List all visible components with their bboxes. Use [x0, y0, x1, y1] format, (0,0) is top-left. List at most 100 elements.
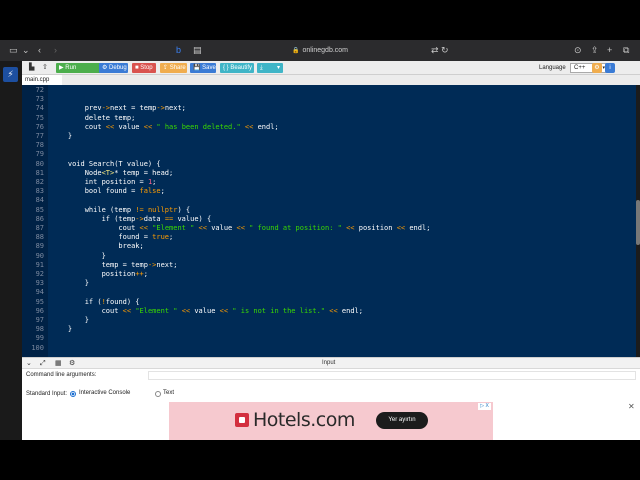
chevron-down-icon: ▾ [276, 65, 280, 71]
code-line[interactable]: 83 bool found = false; [22, 187, 636, 196]
forward-icon[interactable]: › [54, 45, 57, 56]
file-icon[interactable]: ▙ [29, 63, 34, 73]
line-number: 92 [35, 270, 44, 278]
interactive-console-radio[interactable] [70, 391, 76, 397]
upload-icon[interactable]: ⇧ [42, 63, 48, 73]
code-line[interactable]: 100 [22, 344, 636, 353]
ad-choices-icon[interactable]: ▷ X [478, 403, 491, 410]
io-panel-header: ⌄ ⤢ ▦ ⚙ Input [22, 357, 640, 369]
save-button[interactable]: 💾 Save [190, 63, 216, 73]
line-number: 73 [35, 95, 44, 104]
text-label: Text [163, 390, 175, 396]
layout-icon[interactable]: ▦ [55, 359, 62, 368]
code-line[interactable]: 77 } [22, 132, 636, 141]
beautify-button[interactable]: { } Beautify [220, 63, 254, 73]
code-line[interactable]: 86 if (temp->data == value) { [22, 215, 636, 224]
address-bar[interactable]: 🔒 onlinegdb.com [250, 44, 390, 57]
code-line[interactable]: 75 delete temp; [22, 114, 636, 123]
url-text: onlinegdb.com [302, 47, 348, 54]
code-line[interactable]: 82 int position = 1; [22, 178, 636, 187]
line-number: 94 [35, 288, 44, 297]
code-line[interactable]: 99 [22, 334, 636, 343]
new-tab-icon[interactable]: + [607, 45, 612, 56]
code-line[interactable]: 79 [22, 150, 636, 159]
code-line[interactable]: 73 [22, 95, 636, 104]
code-line[interactable]: 74 prev->next = temp->next; [22, 104, 636, 113]
args-input[interactable] [148, 371, 636, 380]
settings-icon[interactable]: ⚙ [592, 63, 602, 73]
code-line[interactable]: 97 } [22, 316, 636, 325]
bing-icon[interactable]: b [176, 45, 181, 56]
stop-label: Stop [140, 65, 153, 71]
share-button[interactable]: ⇪ Share [160, 63, 187, 73]
line-number: 75 [35, 113, 44, 122]
code-line[interactable]: 84 [22, 196, 636, 205]
code-text: position++; [51, 270, 148, 278]
translate-icon[interactable]: ⇄ [431, 45, 439, 56]
code-line[interactable]: 96 cout << "Element " << value << " is n… [22, 307, 636, 316]
file-tab-bar: main.cpp [22, 75, 640, 85]
line-number: 95 [35, 297, 44, 306]
code-text: cout << value << " has been deleted." <<… [51, 122, 279, 131]
code-line[interactable]: 92 position++; [22, 270, 636, 279]
sidebar-icon[interactable]: ▭ [9, 45, 18, 56]
file-tab-main[interactable]: main.cpp [22, 75, 62, 85]
language-select[interactable]: C++ ▾ [570, 63, 608, 73]
code-line[interactable]: 93 } [22, 279, 636, 288]
gear-icon[interactable]: ⚙ [69, 359, 75, 368]
tabs-overview-icon[interactable]: ⧉ [623, 45, 629, 56]
close-icon[interactable]: ✕ [628, 402, 635, 411]
expand-icon[interactable]: ⤢ [40, 359, 46, 368]
browser-toolbar: ▭ ⌄ ‹ › b ▤ 🔒 onlinegdb.com ⇄ ↻ ⊙ ⇪ + ⧉ [0, 40, 640, 61]
editor-scrollbar-thumb[interactable] [636, 200, 640, 245]
line-number: 82 [35, 178, 44, 186]
stdin-label: Standard Input: [26, 391, 68, 397]
code-line[interactable]: 85 while (temp != nullptr) { [22, 206, 636, 215]
code-line[interactable]: 76 cout << value << " has been deleted."… [22, 123, 636, 132]
page-icon[interactable]: ▤ [193, 45, 202, 56]
ad-brand-text: Hotels.com [253, 409, 355, 431]
text-radio[interactable] [155, 391, 161, 397]
line-number: 90 [35, 251, 44, 260]
code-text: bool found = false; [51, 187, 165, 196]
code-line[interactable]: 72 [22, 86, 636, 95]
back-icon[interactable]: ‹ [38, 45, 41, 56]
code-text: void Search(T value) { [51, 159, 161, 168]
line-number: 99 [35, 334, 44, 343]
code-line[interactable]: 98 } [22, 325, 636, 334]
code-text: break; [51, 242, 144, 251]
stop-button[interactable]: ■ Stop [132, 63, 156, 73]
ad-book-button[interactable]: Yer ayırtın [376, 412, 428, 429]
code-line[interactable]: 95 if (!found) { [22, 298, 636, 307]
code-line[interactable]: 90 } [22, 252, 636, 261]
share-icon[interactable]: ⇪ [591, 45, 599, 56]
run-label: Run [65, 65, 77, 71]
language-value: C++ [574, 65, 586, 71]
code-editor[interactable]: 72 73 74 prev->next = temp->next; 75 delete… [22, 85, 636, 357]
download-icon[interactable]: ⊙ [574, 45, 582, 56]
code-line[interactable]: 80 void Search(T value) { [22, 160, 636, 169]
info-icon[interactable]: i [605, 63, 615, 73]
code-line[interactable]: 94 [22, 288, 636, 297]
debug-button[interactable]: ⚙ Debug [99, 63, 128, 73]
onlinegdb-logo-icon[interactable]: ⚡ [3, 67, 18, 82]
code-line[interactable]: 89 break; [22, 242, 636, 251]
chevron-down-icon[interactable]: ⌄ [22, 45, 30, 56]
io-panel-title: Input [322, 360, 336, 366]
code-line[interactable]: 87 cout << "Element " << value << " foun… [22, 224, 636, 233]
download-button[interactable]: ⤓ ▾ [257, 63, 283, 73]
line-number: 100 [31, 343, 44, 352]
code-text: int position = 1; [51, 178, 157, 186]
chevron-down-icon[interactable]: ⌄ [26, 359, 32, 368]
reload-icon[interactable]: ↻ [441, 45, 449, 56]
line-number: 78 [35, 141, 44, 150]
share-label: Share [169, 65, 186, 71]
code-line[interactable]: 88 found = true; [22, 233, 636, 242]
code-line[interactable]: 78 [22, 141, 636, 150]
left-sidebar [0, 61, 22, 440]
line-number: 77 [35, 132, 44, 140]
code-line[interactable]: 91 temp = temp->next; [22, 261, 636, 270]
code-line[interactable]: 81 Node<T>* temp = head; [22, 169, 636, 178]
code-text: } [51, 132, 73, 140]
line-number: 85 [35, 205, 44, 214]
